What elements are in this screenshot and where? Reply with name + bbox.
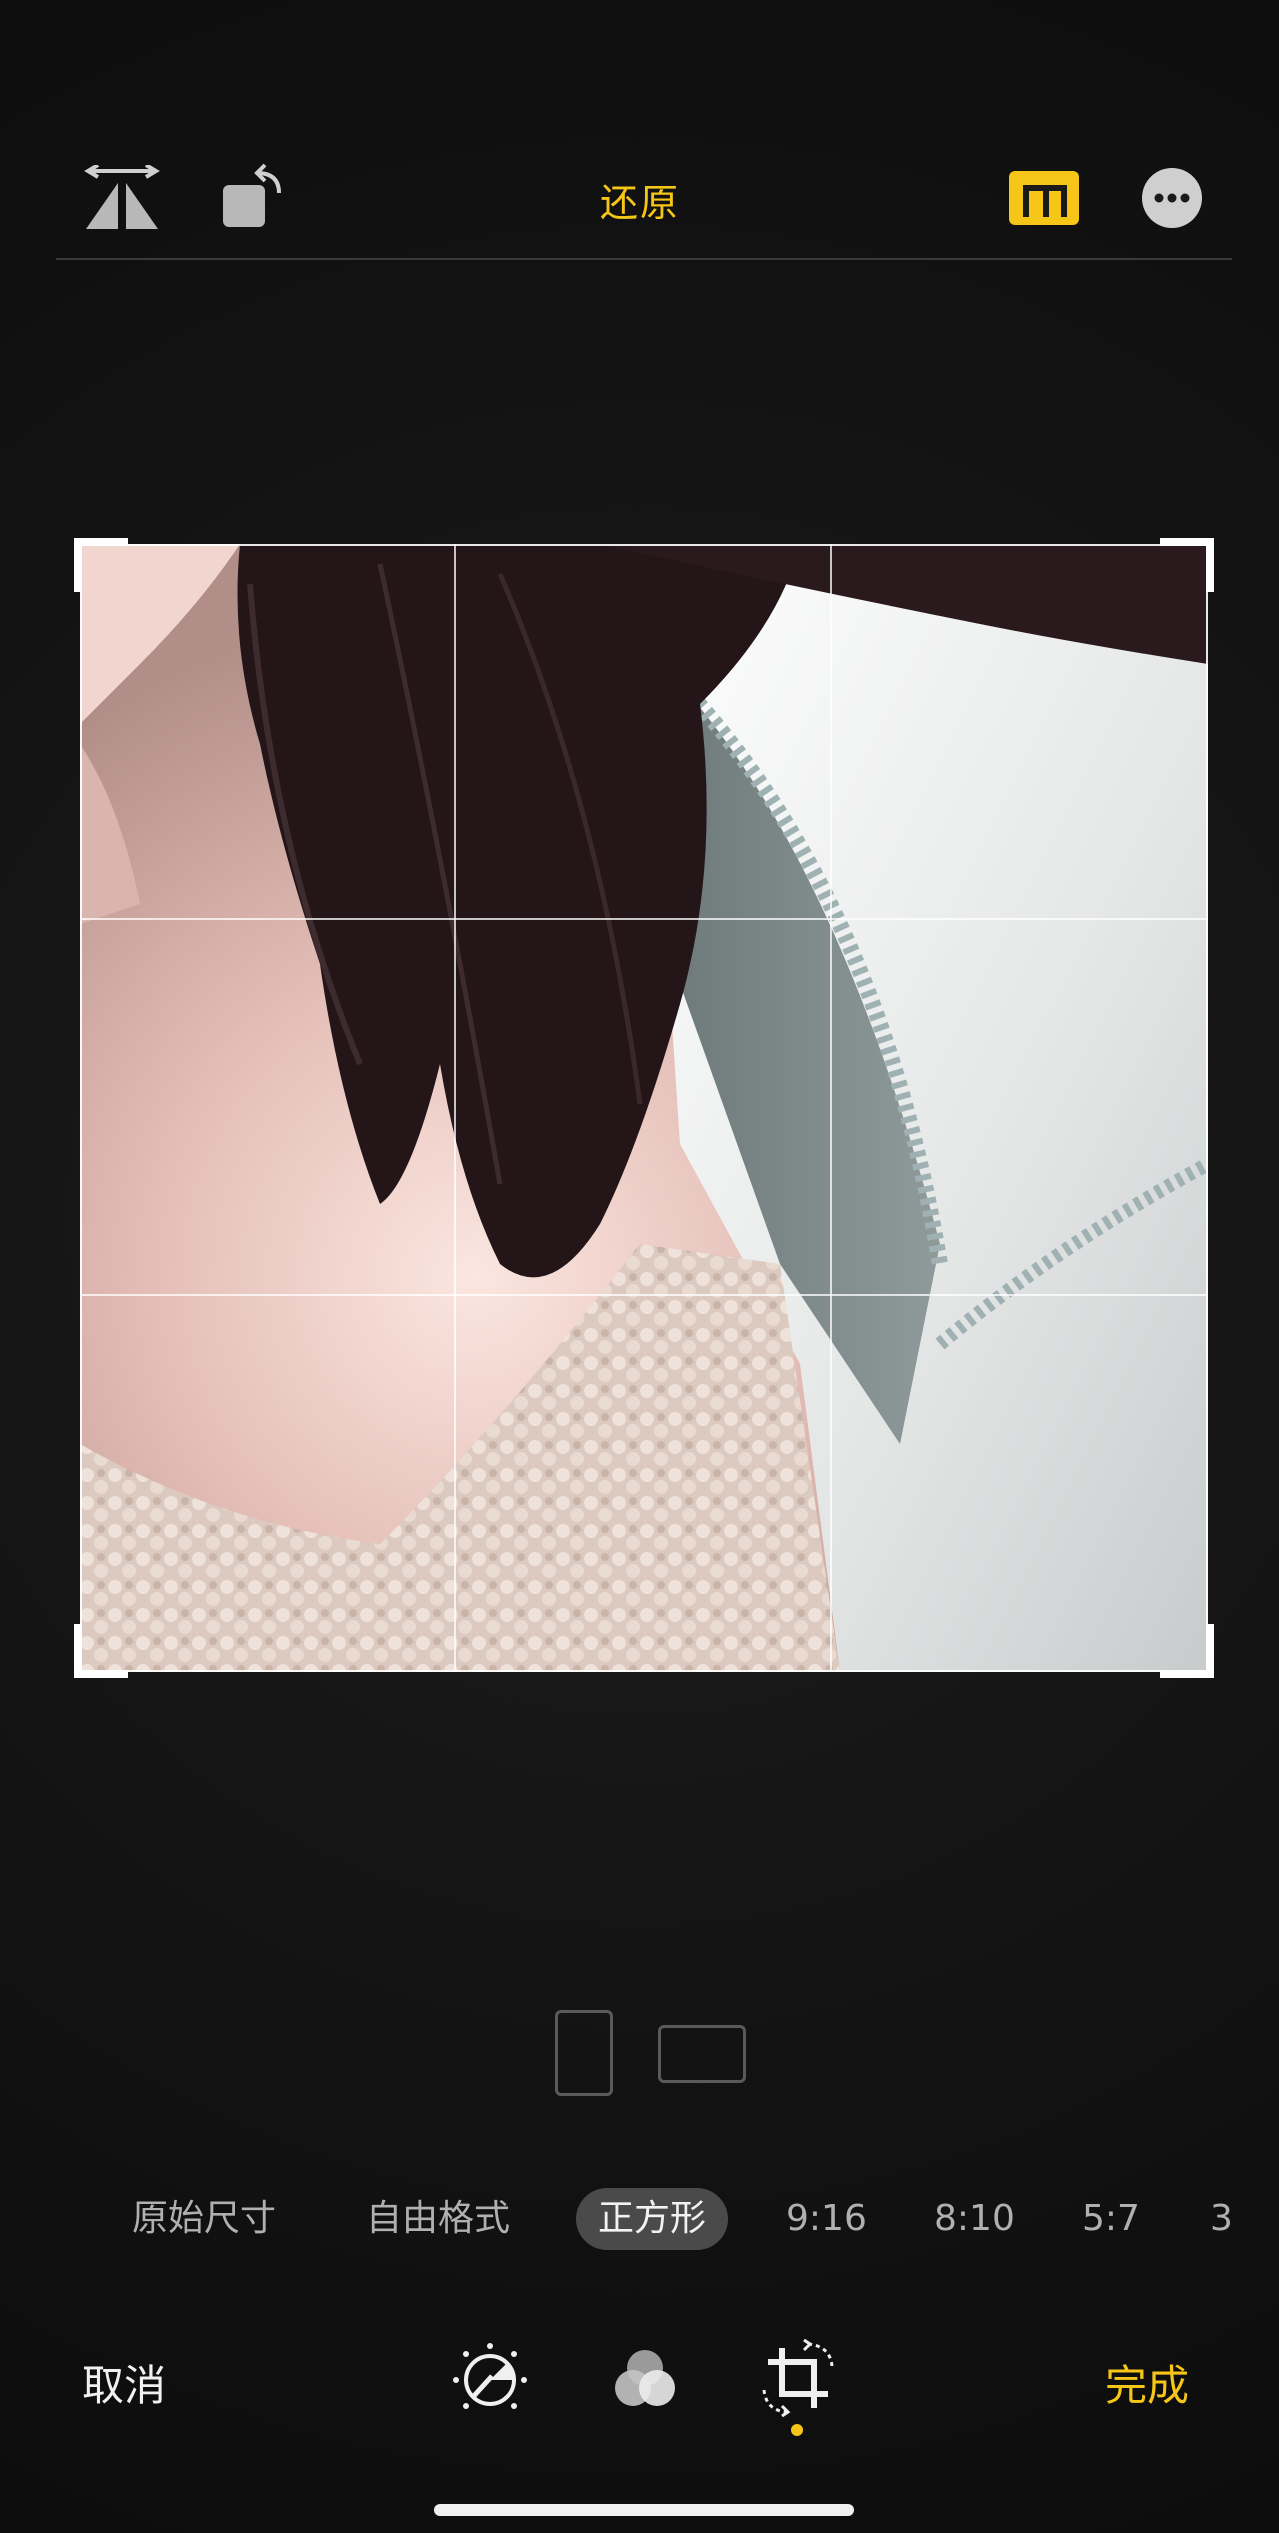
aspect-ratio-icon[interactable] [1002,162,1086,234]
filters-icon[interactable] [605,2340,685,2420]
grid-line [830,544,832,1672]
rotate-icon[interactable] [212,158,292,238]
ratio-original[interactable]: 原始尺寸 [132,2188,276,2250]
cancel-button[interactable]: 取消 [82,2352,166,2413]
photo-edit-screen: 还原 原始尺寸 自由格式 正方形 9:16 8:10 5:7 3 取消 完成 [0,0,1279,2533]
grid-line [80,1294,1208,1296]
grid-line [80,918,1208,920]
photo [80,544,1208,1672]
done-button[interactable]: 完成 [1105,2352,1189,2413]
crop-rotate-icon[interactable] [758,2338,838,2418]
crop-handle-top-right[interactable] [1160,538,1214,592]
grid-line [454,544,456,1672]
adjust-icon[interactable] [450,2340,530,2420]
ratio-8-10[interactable]: 8:10 [934,2188,1015,2250]
ratio-freeform[interactable]: 自由格式 [366,2188,510,2250]
ratio-square[interactable]: 正方形 [576,2188,729,2250]
toolbar-divider [56,258,1232,260]
flip-horizontal-icon[interactable] [82,158,162,238]
ratio-3[interactable]: 3 [1210,2188,1233,2250]
active-tool-indicator [791,2424,803,2436]
portrait-orientation-icon[interactable] [555,2010,613,2096]
ratio-5-7[interactable]: 5:7 [1082,2188,1140,2250]
ratio-9-16[interactable]: 9:16 [786,2188,867,2250]
reset-button[interactable]: 还原 [540,168,740,230]
home-indicator[interactable] [434,2504,854,2516]
aspect-ratio-strip: 原始尺寸 自由格式 正方形 9:16 8:10 5:7 3 [0,2188,1279,2260]
crop-area[interactable] [74,538,1214,1678]
more-icon[interactable] [1140,166,1204,230]
crop-handle-bottom-left[interactable] [74,1624,128,1678]
landscape-orientation-icon[interactable] [658,2025,746,2083]
crop-handle-bottom-right[interactable] [1160,1624,1214,1678]
crop-handle-top-left[interactable] [74,538,128,592]
photo-content [80,544,1208,1672]
